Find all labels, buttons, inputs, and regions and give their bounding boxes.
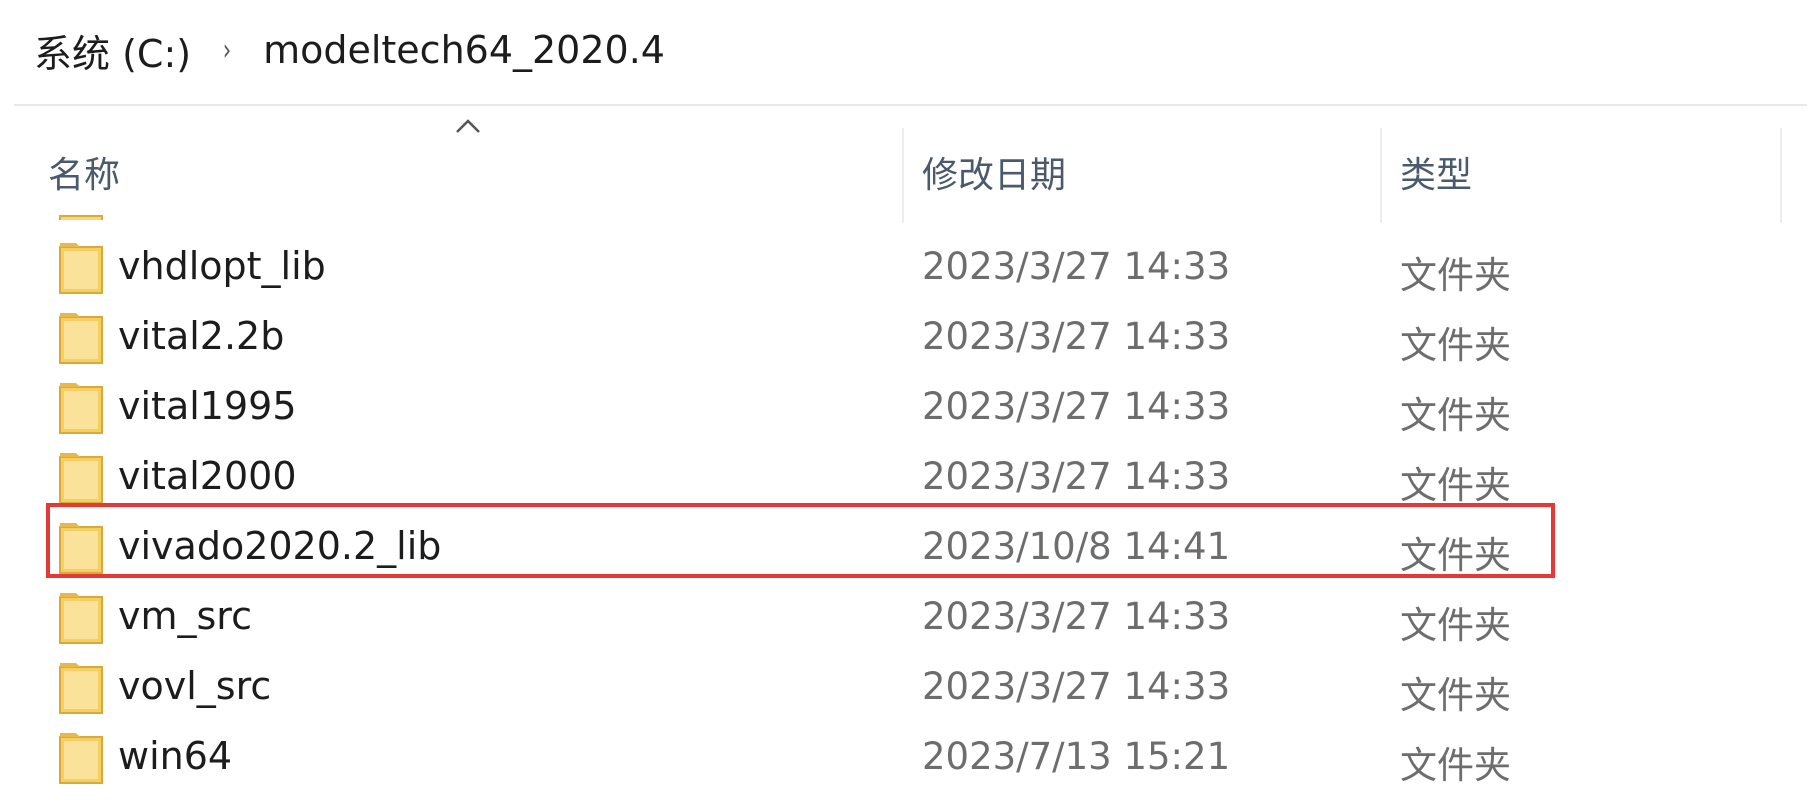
- column-header-row: 名称 修改日期 类型: [0, 106, 1820, 223]
- folder-icon: [59, 383, 103, 434]
- file-name: win64: [118, 734, 233, 778]
- column-resize-handle[interactable]: [902, 128, 904, 223]
- file-modified-date: 2023/3/27 14:33: [922, 595, 1231, 638]
- breadcrumb-separator-icon[interactable]: ›: [223, 33, 231, 68]
- file-modified-date: 2023/3/27 14:33: [922, 385, 1231, 428]
- folder-icon: [59, 663, 103, 714]
- file-modified-date: 2023/7/13 15:21: [922, 735, 1231, 778]
- file-row[interactable]: vital2000 2023/3/27 14:33 文件夹: [0, 442, 1820, 512]
- file-type: 文件夹: [1400, 464, 1511, 507]
- column-resize-handle[interactable]: [1380, 128, 1382, 223]
- file-type: 文件夹: [1400, 324, 1511, 367]
- file-row[interactable]: vm_src 2023/3/27 14:33 文件夹: [0, 582, 1820, 652]
- file-type: 文件夹: [1400, 674, 1511, 717]
- folder-icon: [59, 453, 103, 504]
- file-name: vm_src: [118, 594, 252, 638]
- file-modified-date: 2023/3/27 14:33: [922, 245, 1231, 288]
- partially-visible-folder-icon: [58, 212, 104, 220]
- breadcrumb: 系统 (C:) › modeltech64_2020.4: [34, 18, 665, 82]
- breadcrumb-item-folder[interactable]: modeltech64_2020.4: [263, 28, 665, 72]
- file-row[interactable]: vital1995 2023/3/27 14:33 文件夹: [0, 372, 1820, 442]
- folder-icon: [59, 313, 103, 364]
- file-type: 文件夹: [1400, 744, 1511, 787]
- file-name: vital2000: [118, 454, 297, 498]
- column-resize-handle[interactable]: [1780, 128, 1782, 223]
- column-header-name[interactable]: 名称: [48, 146, 120, 198]
- folder-icon: [59, 243, 103, 294]
- column-header-type[interactable]: 类型: [1400, 146, 1472, 198]
- file-name: vovl_src: [118, 664, 272, 708]
- sort-ascending-icon: [456, 119, 480, 133]
- file-row[interactable]: vovl_src 2023/3/27 14:33 文件夹: [0, 652, 1820, 722]
- file-name: vhdlopt_lib: [118, 244, 326, 288]
- file-modified-date: 2023/3/27 14:33: [922, 315, 1231, 358]
- file-name: vital1995: [118, 384, 297, 428]
- file-type: 文件夹: [1400, 394, 1511, 437]
- file-type: 文件夹: [1400, 254, 1511, 297]
- file-modified-date: 2023/3/27 14:33: [922, 665, 1231, 708]
- column-header-date[interactable]: 修改日期: [922, 146, 1066, 198]
- file-row[interactable]: win64 2023/7/13 15:21 文件夹: [0, 722, 1820, 792]
- file-row[interactable]: vital2.2b 2023/3/27 14:33 文件夹: [0, 302, 1820, 372]
- folder-icon: [59, 593, 103, 644]
- folder-icon: [59, 733, 103, 784]
- highlight-annotation: [46, 503, 1555, 578]
- file-type: 文件夹: [1400, 604, 1511, 647]
- file-name: vital2.2b: [118, 314, 285, 358]
- file-modified-date: 2023/3/27 14:33: [922, 455, 1231, 498]
- file-row[interactable]: vhdlopt_lib 2023/3/27 14:33 文件夹: [0, 232, 1820, 302]
- breadcrumb-item-drive[interactable]: 系统 (C:): [34, 23, 191, 78]
